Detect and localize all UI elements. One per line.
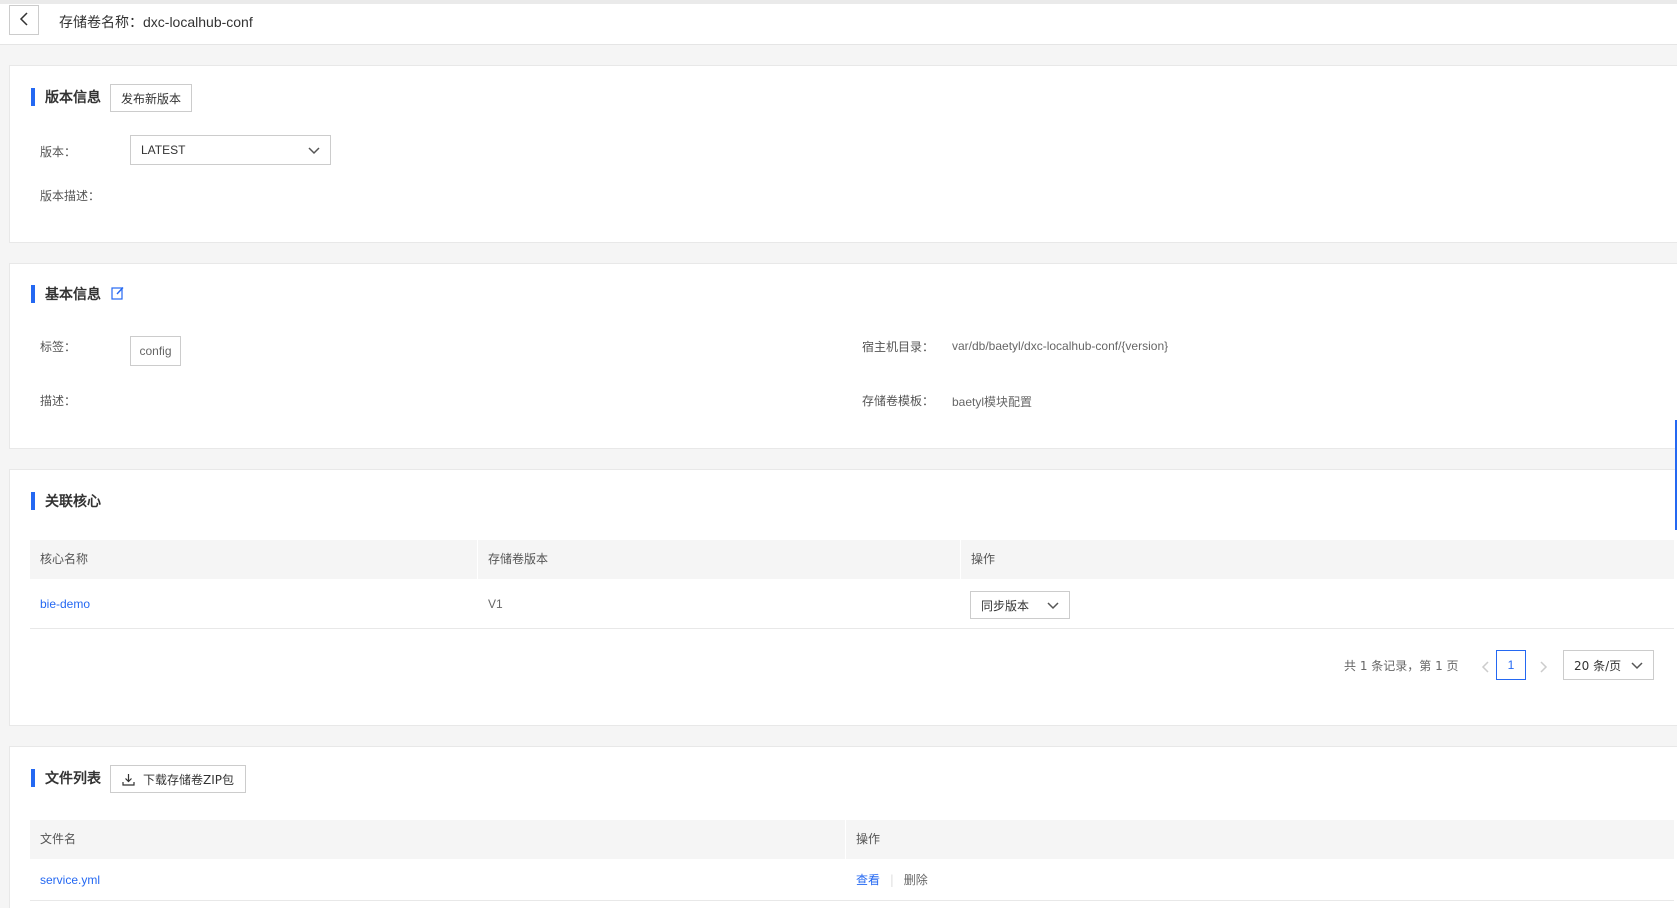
column-header-file-actions: 操作 (856, 832, 881, 846)
version-label: 版本： (40, 145, 77, 159)
next-page-icon[interactable] (1536, 659, 1550, 673)
tag-badge: config (130, 336, 181, 366)
table-row: bie-demo V1 同步版本 (30, 579, 1674, 629)
download-zip-label: 下载存储卷ZIP包 (143, 772, 234, 787)
associated-cores-card: 关联核心 核心名称 存储卷版本 操作 bie-demo V1 同步版本 共 1 … (9, 469, 1677, 726)
chevron-down-icon (1631, 660, 1643, 674)
download-icon (122, 773, 135, 786)
basic-info-title: 基本信息 (45, 287, 101, 303)
volume-version-cell: V1 (488, 597, 503, 611)
column-header-file-name: 文件名 (40, 832, 77, 846)
version-info-heading: 版本信息 (31, 88, 101, 106)
delete-file-link[interactable]: 删除 (904, 873, 928, 887)
page-title: 存储卷名称：dxc-localhub-conf (59, 12, 253, 32)
template-value: baetyl模块配置 (952, 395, 1033, 409)
cores-table-header: 核心名称 存储卷版本 操作 (30, 540, 1674, 579)
section-accent-bar (31, 769, 35, 787)
associated-cores-title: 关联核心 (45, 494, 101, 510)
page-title-label: 存储卷名称： (59, 15, 143, 31)
version-info-title: 版本信息 (45, 90, 101, 106)
tags-label: 标签： (40, 340, 77, 354)
column-header-actions: 操作 (971, 552, 996, 566)
file-name-link[interactable]: service.yml (30, 859, 100, 901)
action-divider: | (889, 873, 894, 887)
version-select[interactable]: LATEST (130, 135, 331, 165)
file-list-heading: 文件列表 (31, 769, 101, 787)
edit-icon[interactable] (111, 285, 125, 304)
download-zip-button[interactable]: 下载存储卷ZIP包 (110, 765, 246, 793)
core-name-link[interactable]: bie-demo (30, 579, 90, 629)
column-header-volume-version: 存储卷版本 (488, 552, 549, 566)
page-size-value: 20 条/页 (1574, 658, 1622, 673)
files-table-header: 文件名 操作 (30, 820, 1674, 859)
basic-info-card: 基本信息 标签： config 描述： 宿主机目录： var/db/baetyl… (9, 263, 1677, 449)
associated-cores-heading: 关联核心 (31, 492, 101, 510)
version-info-card: 版本信息 发布新版本 版本： LATEST 版本描述： (9, 65, 1677, 243)
pagination-summary: 共 1 条记录，第 1 页 (1344, 659, 1459, 673)
section-accent-bar (31, 88, 35, 106)
template-label: 存储卷模板： (862, 394, 935, 408)
back-button[interactable] (9, 5, 39, 35)
description-label: 描述： (40, 394, 77, 408)
page-number-button[interactable]: 1 (1496, 650, 1526, 680)
file-list-title: 文件列表 (45, 771, 101, 787)
chevron-down-icon (1047, 600, 1059, 614)
column-header-core-name: 核心名称 (40, 552, 89, 566)
page-header: 存储卷名称：dxc-localhub-conf (0, 4, 1677, 45)
view-file-link[interactable]: 查看 (856, 873, 880, 887)
version-description-label: 版本描述： (40, 189, 101, 203)
chevron-down-icon (308, 145, 320, 159)
prev-page-icon[interactable] (1479, 659, 1493, 673)
page-title-value: dxc-localhub-conf (143, 14, 253, 30)
file-actions-cell: 查看 | 删除 (856, 859, 928, 901)
table-row: service.yml 查看 | 删除 (30, 859, 1674, 901)
publish-version-button[interactable]: 发布新版本 (110, 84, 192, 112)
sync-version-select[interactable]: 同步版本 (970, 591, 1070, 619)
version-select-value: LATEST (141, 143, 186, 157)
basic-info-heading: 基本信息 (31, 285, 125, 303)
file-list-card: 文件列表 下载存储卷ZIP包 文件名 操作 service.yml 查看 | 删… (9, 746, 1677, 908)
host-dir-value: var/db/baetyl/dxc-localhub-conf/{version… (952, 339, 1169, 353)
section-accent-bar (31, 492, 35, 510)
section-accent-bar (31, 285, 35, 303)
sync-version-label: 同步版本 (981, 598, 1030, 613)
host-dir-label: 宿主机目录： (862, 340, 935, 354)
chevron-left-icon (18, 11, 30, 30)
page-size-select[interactable]: 20 条/页 (1563, 650, 1654, 680)
